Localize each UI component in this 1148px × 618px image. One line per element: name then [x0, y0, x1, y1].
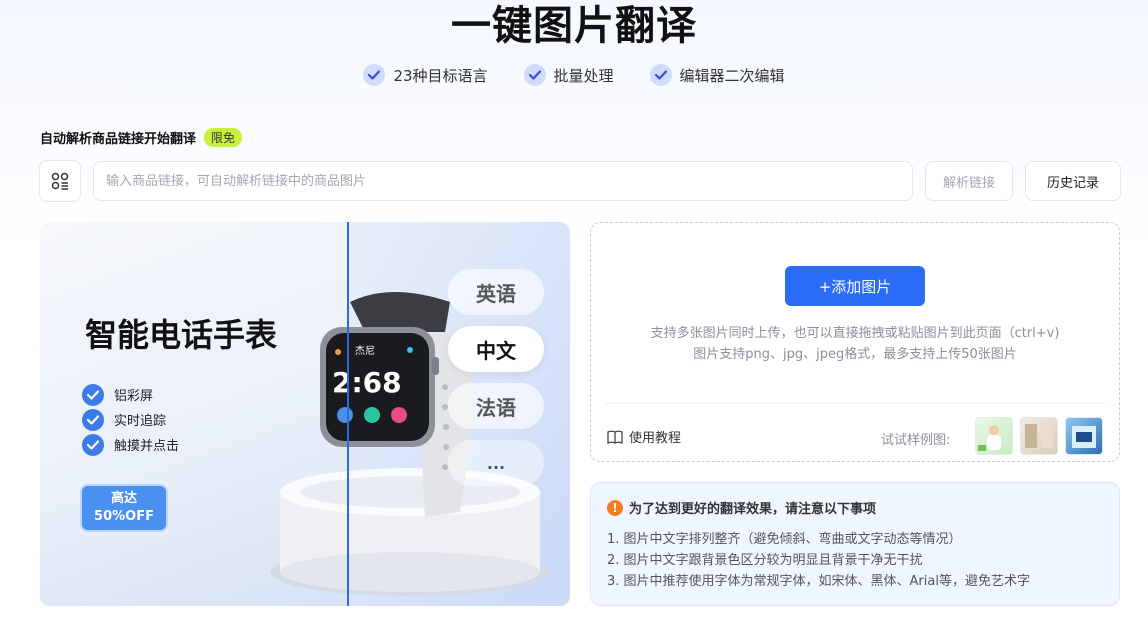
feature-list: 23种目标语言 批量处理 编辑器二次编辑	[0, 64, 1148, 86]
product-link-input[interactable]	[93, 161, 913, 201]
demo-feature-item: 触摸并点击	[82, 432, 179, 457]
samples-label: 试试样例图:	[881, 433, 951, 448]
demo-feature-item: 铝彩屏	[82, 382, 179, 407]
notice-item: 2. 图片中文字跟背景色区分较为明显且背景干净无干扰	[607, 553, 923, 568]
sample-image-3[interactable]	[1065, 417, 1103, 455]
link-section-label: 自动解析商品链接开始翻译 限免	[40, 128, 243, 147]
app-grid-icon	[51, 172, 69, 190]
free-badge: 限免	[204, 128, 243, 147]
promo-line-1: 高达	[110, 491, 137, 506]
add-image-button[interactable]: +添加图片	[785, 266, 925, 306]
promo-line-2: 50%OFF	[94, 509, 154, 524]
demo-feature-item: 实时追踪	[82, 407, 179, 432]
feature-item: 批量处理	[523, 64, 614, 86]
notice-list: 1. 图片中文字排列整齐（避免倾斜、弯曲或文字动态等情况） 2. 图片中文字跟背…	[607, 529, 1030, 592]
feature-label: 23种目标语言	[393, 66, 488, 85]
feature-label: 编辑器二次编辑	[679, 66, 785, 85]
notice-item: 3. 图片中推荐使用字体为常规字体，如宋体、黑体、Arial等，避免艺术字	[607, 574, 1030, 589]
upload-hint: 支持多张图片同时上传，也可以直接拖拽或粘贴图片到此页面（ctrl+v) 图片支持…	[591, 323, 1119, 365]
notice-item: 1. 图片中文字排列整齐（避免倾斜、弯曲或文字动态等情况）	[607, 532, 962, 547]
language-pill-french: 法语	[448, 383, 544, 429]
sample-image-2[interactable]	[1020, 417, 1058, 455]
upload-hint-line-2: 图片支持png、jpg、jpeg格式，最多支持上传50张图片	[693, 347, 1017, 362]
feature-item: 编辑器二次编辑	[649, 64, 785, 86]
language-pill-english: 英语	[448, 269, 544, 315]
watch-name: 杰尼	[355, 345, 375, 357]
link-section-title: 自动解析商品链接开始翻译	[40, 132, 197, 147]
check-circle-icon	[649, 64, 672, 86]
history-button[interactable]: 历史记录	[1025, 161, 1121, 201]
sample-image-1[interactable]	[975, 417, 1013, 455]
notice-panel: ! 为了达到更好的翻译效果，请注意以下事项 1. 图片中文字排列整齐（避免倾斜、…	[590, 482, 1120, 606]
feature-label: 批量处理	[553, 66, 614, 85]
demo-feature-label: 铝彩屏	[114, 389, 154, 404]
language-pill-more: ...	[448, 440, 544, 486]
parse-link-button[interactable]: 解析链接	[925, 161, 1013, 201]
divider	[605, 403, 1105, 404]
notice-title: ! 为了达到更好的翻译效果，请注意以下事项	[607, 498, 876, 517]
check-icon	[82, 433, 104, 456]
link-type-button[interactable]	[39, 160, 81, 202]
check-circle-icon	[363, 64, 386, 86]
feature-item: 23种目标语言	[363, 64, 488, 86]
demo-feature-list: 铝彩屏 实时追踪 触摸并点击	[82, 382, 179, 457]
book-icon	[607, 430, 623, 444]
check-icon	[82, 383, 104, 406]
language-pill-chinese-selected: 中文	[448, 326, 544, 372]
watch-time: 2:68	[332, 366, 402, 399]
promo-badge: 高达 50%OFF	[82, 486, 166, 530]
demo-product-title: 智能电话手表	[85, 316, 278, 354]
page-title: 一键图片翻译	[451, 3, 697, 49]
upload-hint-line-1: 支持多张图片同时上传，也可以直接拖拽或粘贴图片到此页面（ctrl+v)	[650, 326, 1060, 341]
check-icon	[82, 408, 104, 431]
demo-feature-label: 实时追踪	[114, 414, 167, 429]
compare-divider	[347, 222, 349, 606]
tutorial-label: 使用教程	[629, 431, 682, 446]
upload-dropzone[interactable]: +添加图片 支持多张图片同时上传，也可以直接拖拽或粘贴图片到此页面（ctrl+v…	[590, 222, 1120, 462]
check-circle-icon	[523, 64, 546, 86]
warning-icon: !	[607, 499, 623, 516]
tutorial-link[interactable]: 使用教程	[607, 427, 681, 446]
notice-title-text: 为了达到更好的翻译效果，请注意以下事项	[629, 502, 877, 517]
demo-feature-label: 触摸并点击	[114, 439, 180, 454]
demo-banner: 杰尼 2:68 智能电话手表 铝彩屏 实时追踪 触摸并点击 高达 50%OFF …	[40, 222, 570, 606]
